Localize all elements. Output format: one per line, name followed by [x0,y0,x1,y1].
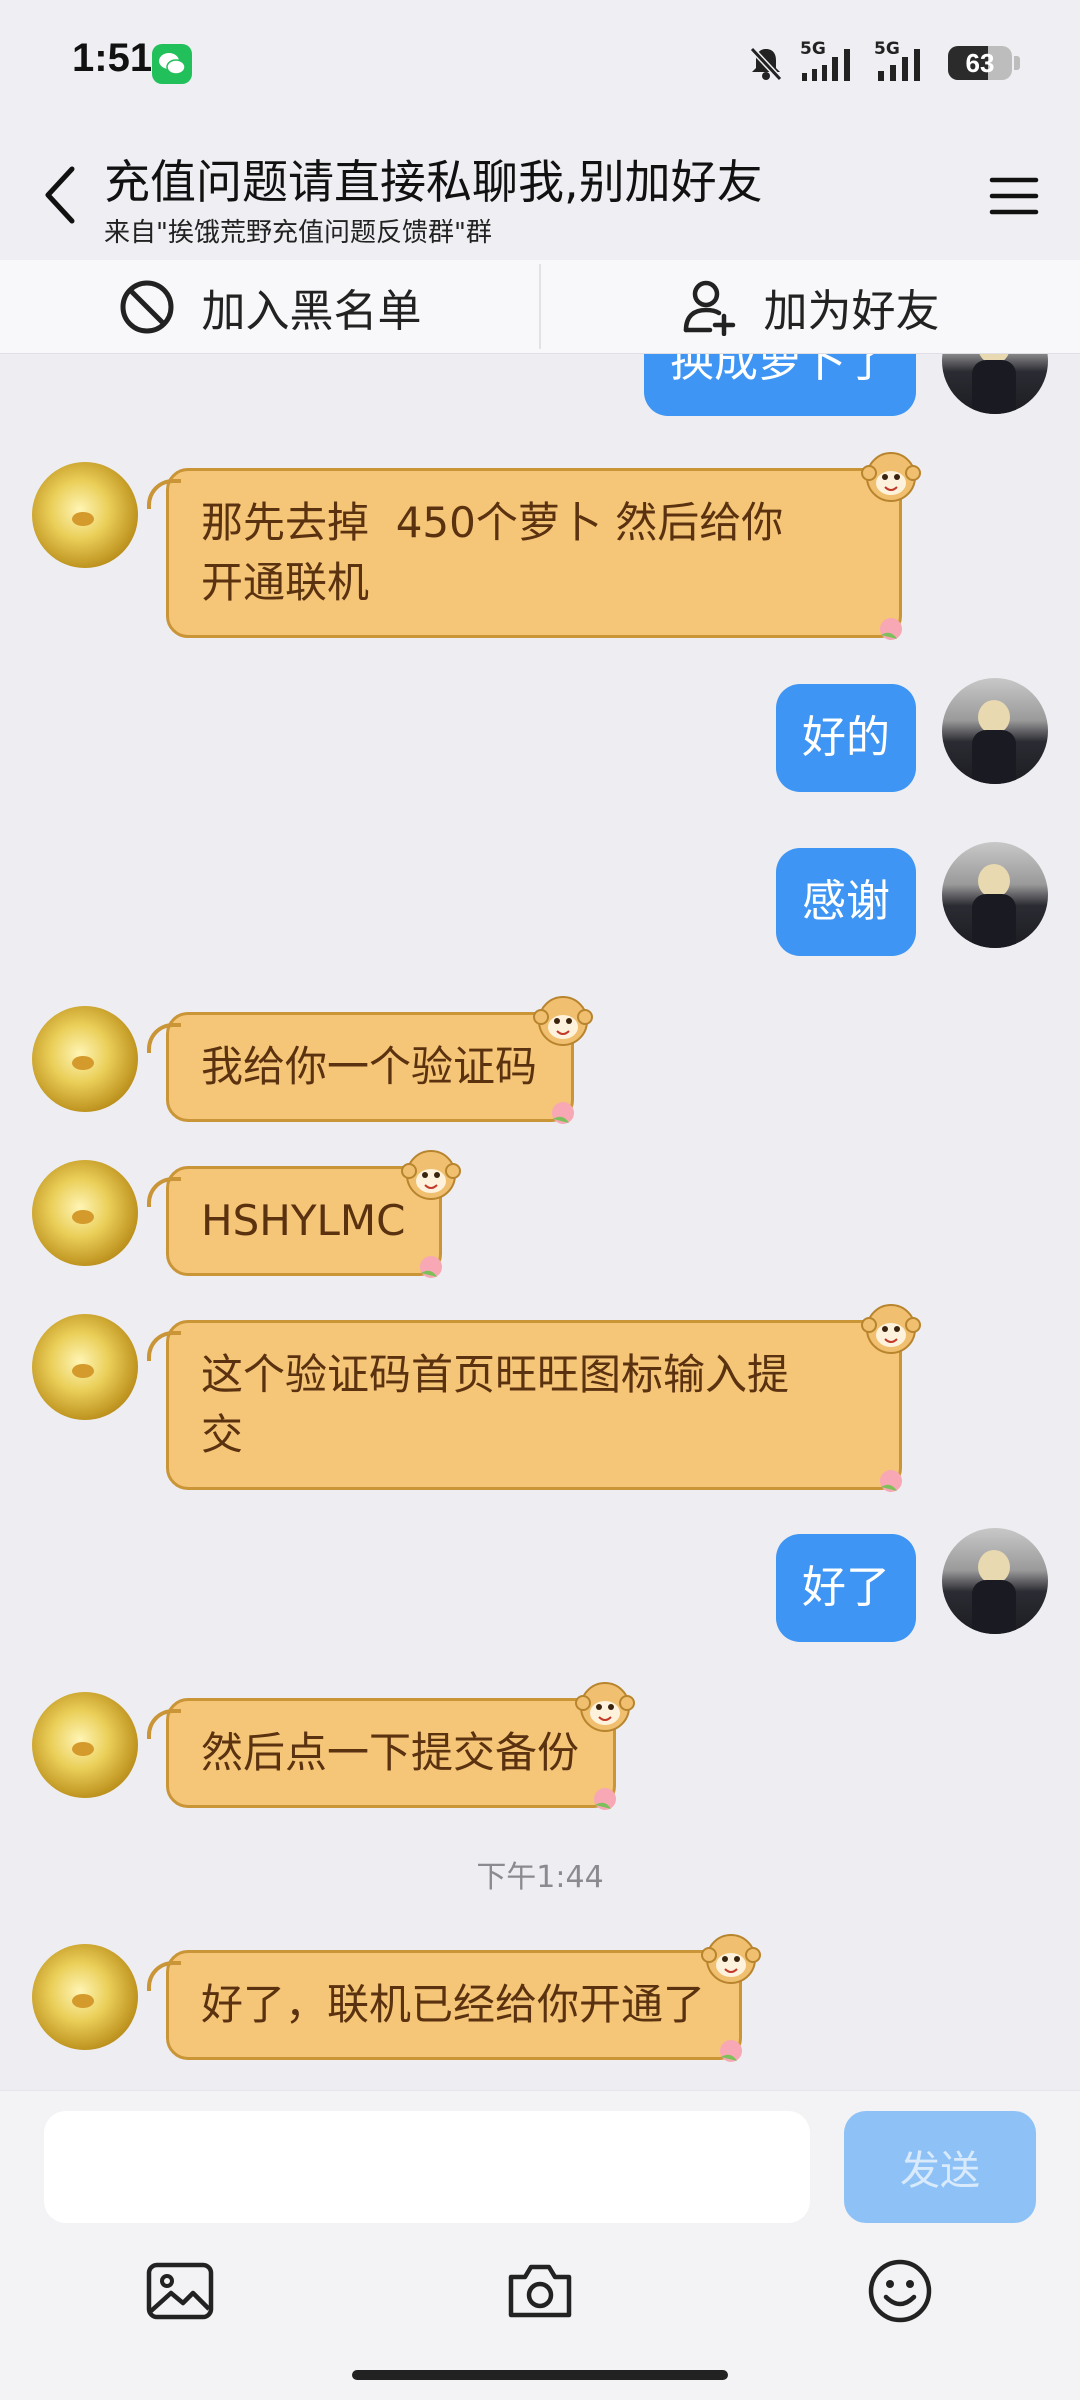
chat-subtitle: 来自"挨饿荒野充值问题反馈群"群 [104,218,492,248]
peach-icon [552,1102,575,1124]
peach-icon [720,2040,743,2062]
back-button[interactable] [30,155,90,235]
chat-title: 充值问题请直接私聊我,别加好友 [104,155,763,209]
blacklist-label: 加入黑名单 [201,285,422,337]
image-icon [146,2262,214,2320]
emoji-button[interactable] [860,2251,940,2331]
peach-icon [594,1788,617,1810]
add-friend-label: 加为好友 [763,285,940,337]
mute-bell-icon [749,46,783,82]
message-line: 好了，联机已经给你开通了 [201,1980,706,2029]
action-bar: 加入黑名单 加为好友 [0,260,1080,354]
my-avatar[interactable] [942,678,1048,784]
menu-button[interactable] [984,166,1044,226]
message-text: 好的 [802,712,890,763]
message-outgoing[interactable]: 好的 [776,684,916,792]
sender-avatar[interactable] [32,462,138,568]
message-incoming[interactable]: 好了，联机已经给你开通了 [146,1934,762,2062]
sender-avatar[interactable] [32,1692,138,1798]
peach-icon [420,1256,443,1278]
message-line: 这个验证码首页旺旺图标输入提 [201,1350,790,1399]
message-incoming[interactable]: 这个验证码首页旺旺图标输入提 交 [147,1304,921,1492]
home-indicator[interactable] [352,2370,728,2380]
input-bar: 发送 [0,2090,1080,2400]
monkey-sticker-icon [861,452,921,502]
message-incoming[interactable]: 然后点一下提交备份 [146,1682,636,1810]
add-user-icon [683,280,735,336]
signal-1-icon: 5G [800,39,860,83]
message-line: 开通联机 [201,558,370,607]
hamburger-menu-icon [989,177,1039,215]
blacklist-button[interactable]: 加入黑名单 [0,260,539,353]
send-button[interactable]: 发送 [844,2111,1036,2223]
chat-header: 充值问题请直接私聊我,别加好友 来自"挨饿荒野充值问题反馈群"群 [0,130,1080,260]
sender-avatar[interactable] [32,1944,138,2050]
status-bar: 1:51 5G 5G 63 [0,0,1080,130]
my-avatar[interactable] [942,354,1048,414]
chevron-left-icon [45,166,75,224]
peach-icon [880,1470,902,1492]
message-text: 好了 [802,1562,890,1613]
image-button[interactable] [140,2251,220,2331]
message-line: 我给你一个验证码 [201,1042,538,1091]
message-outgoing[interactable]: 感谢 [776,848,916,956]
signal-2-icon: 5G [874,39,934,83]
message-line: HSHYLMC [201,1196,406,1245]
sender-avatar[interactable] [32,1160,138,1266]
monkey-sticker-icon [575,1682,636,1732]
status-indicators: 5G 5G 63 [746,38,1020,88]
message-outgoing[interactable]: 好了 [776,1534,916,1642]
battery-indicator: 63 [948,46,1012,80]
wechat-notification-icon [152,44,192,84]
time-separator: 下午1:44 [476,1860,604,1895]
message-input[interactable] [44,2111,810,2223]
message-outgoing[interactable]: 换成萝卜了 [644,354,916,416]
emoji-icon [868,2259,932,2323]
chat-messages[interactable]: 换成萝卜了 那先去掉 450个萝卜 然后给你 开通联机 好的 感谢 我给你一个验… [0,354,1080,2090]
monkey-sticker-icon [701,1934,762,1984]
message-line: 然后点一下提交备份 [201,1728,580,1777]
monkey-sticker-icon [861,1304,921,1354]
message-text: 换成萝卜了 [670,354,890,387]
camera-button[interactable] [500,2251,580,2331]
block-icon [120,280,173,333]
my-avatar[interactable] [942,1528,1048,1634]
monkey-sticker-icon [533,996,594,1046]
add-friend-button[interactable]: 加为好友 [541,260,1080,353]
battery-percent: 63 [965,48,995,78]
message-incoming[interactable]: 我给你一个验证码 [146,996,594,1124]
sender-avatar[interactable] [32,1314,138,1420]
my-avatar[interactable] [942,842,1048,948]
peach-icon [880,618,902,640]
message-text: 感谢 [802,876,890,927]
status-time: 1:51 [72,36,153,80]
battery-cap [1014,56,1020,70]
message-line: 那先去掉 450个萝卜 然后给你 [201,498,784,547]
message-incoming[interactable]: HSHYLMC [146,1150,462,1278]
sender-avatar[interactable] [32,1006,138,1112]
monkey-sticker-icon [401,1150,462,1200]
message-incoming[interactable]: 那先去掉 450个萝卜 然后给你 开通联机 [147,452,921,640]
camera-icon [508,2264,572,2318]
message-line: 交 [201,1410,244,1459]
